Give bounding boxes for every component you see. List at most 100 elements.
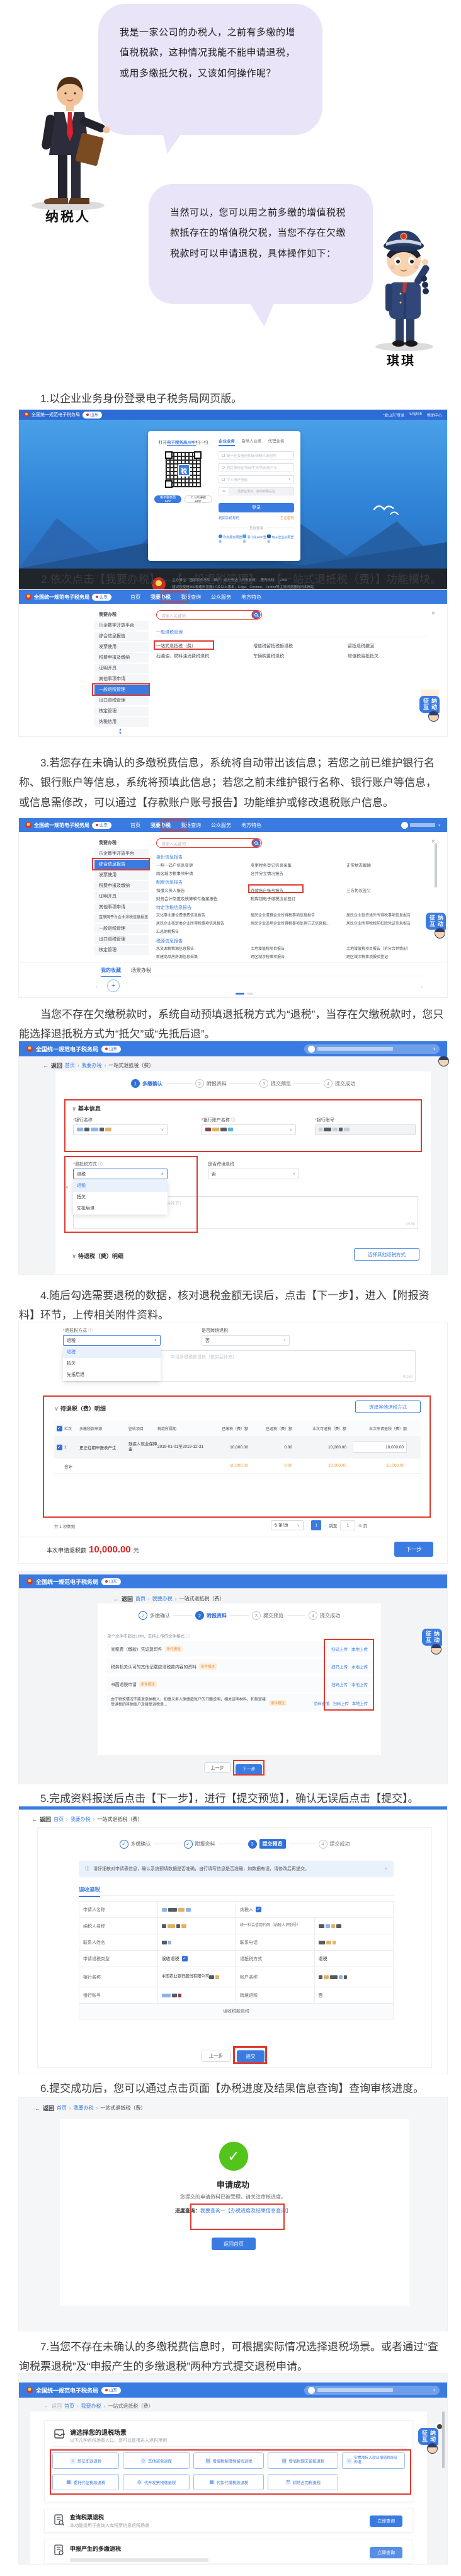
menu-item[interactable]: 增值税留抵税额退税: [253, 643, 293, 649]
captcha-slider[interactable]: ≫ 请按住滑块，拖动到最右边: [219, 487, 294, 495]
sidebar-item-active[interactable]: 综合信息报告: [94, 860, 149, 869]
menu-item[interactable]: 扣缴义务人报告: [156, 887, 185, 893]
dropdown-option-offset-then-refund[interactable]: 先抵后退: [73, 1203, 168, 1215]
sidebar-item[interactable]: 我要办税: [94, 838, 149, 848]
scan-upload-link[interactable]: 扫码上传: [331, 1663, 348, 1670]
breadcrumb-home[interactable]: 首页: [57, 2105, 67, 2111]
submit-button[interactable]: 提交: [237, 2050, 265, 2062]
progress-query-link[interactable]: 我要查询－【办税进度及结果信息查询】: [200, 2208, 291, 2214]
breadcrumb-parent[interactable]: 我要办税: [71, 1816, 91, 1823]
card2-query-button[interactable]: 立即查询: [370, 2515, 402, 2527]
scene-button[interactable]: ☷耕地占用税退税: [268, 2474, 338, 2490]
breadcrumb-parent[interactable]: 我要办税: [152, 1595, 173, 1602]
bank-name-select[interactable]: ∨: [73, 1124, 168, 1135]
next-step-button[interactable]: 下一步: [236, 1764, 262, 1775]
menu-item[interactable]: 三方协议签订: [346, 887, 371, 893]
table-row[interactable]: ✓ 1 更正往期申报表产生 残疾人就业保障金 2019-01-01至2019-1…: [54, 1436, 421, 1458]
back-home-button[interactable]: 返回首页: [212, 2238, 256, 2250]
nav-local[interactable]: 地方特色: [241, 822, 261, 829]
sidebar-item[interactable]: 核定管理: [94, 707, 149, 716]
local-upload-link[interactable]: 本地上传: [351, 1663, 368, 1670]
sidebar-item[interactable]: 一般退税管理: [94, 924, 149, 933]
prev-page-icon[interactable]: ‹: [307, 1523, 308, 1528]
iit-app-button[interactable]: 个人所得税APP: [184, 495, 212, 503]
nav-home[interactable]: 首页: [130, 594, 140, 601]
scene-button[interactable]: ▤增值税期末留抵退税: [268, 2452, 338, 2469]
back-button[interactable]: 返回: [52, 2403, 62, 2410]
close-icon[interactable]: ×: [385, 1867, 387, 1871]
back-arrow-icon[interactable]: ←: [31, 1816, 37, 1823]
sidebar-item[interactable]: 我要办税: [94, 610, 149, 620]
carousel-dot-active[interactable]: [236, 993, 244, 995]
apply-amount-input[interactable]: 10,000.00: [353, 1441, 407, 1453]
nav-query[interactable]: 我要查询: [181, 822, 201, 829]
region-pill[interactable]: 山东: [101, 1046, 121, 1053]
menu-item[interactable]: 居民企业适用企业所得税事项处理方式信息报...: [251, 920, 329, 926]
menu-item[interactable]: 税库银电子缴税协议签订: [251, 895, 296, 901]
login-button[interactable]: 登录: [219, 503, 294, 512]
menu-item[interactable]: 居民企业核定类企业所得税事项信息报告: [156, 920, 224, 926]
menu-item[interactable]: 财务会计制度及核算软件备案报告: [156, 895, 218, 901]
menu-item[interactable]: 石脑油、燃料油消费税退税: [156, 653, 209, 659]
prev-step-button[interactable]: 上一步: [202, 2050, 230, 2062]
menu-item[interactable]: 合并分立情况报告: [251, 870, 283, 876]
chevron-left-icon[interactable]: ‹: [96, 983, 98, 990]
back-button[interactable]: 返回: [122, 1595, 133, 1603]
breadcrumb-home[interactable]: 首页: [64, 2403, 74, 2410]
sidebar-item[interactable]: 其他事项申请: [94, 674, 149, 684]
sidebar-item[interactable]: 乐企数字开放平台: [94, 849, 149, 858]
sidebar-item[interactable]: 互联网平台企业涉税信息报送: [94, 913, 149, 923]
menu-item[interactable]: 存款账户账号报告: [251, 887, 283, 893]
breadcrumb-parent[interactable]: 我要办税: [74, 2105, 94, 2111]
app-link[interactable]: 电子税务局APP: [167, 441, 196, 446]
breadcrumb-home[interactable]: 首页: [65, 1062, 75, 1069]
menu-item[interactable]: 跨区域涉税事项申请: [156, 870, 193, 876]
sidebar-item[interactable]: 出口退税管理: [94, 935, 149, 944]
account-no-input[interactable]: [315, 1124, 416, 1135]
other-refund-method-button[interactable]: 选择其他退税方式: [354, 1248, 419, 1261]
scene-button[interactable]: ◎代开发票预缴退税: [123, 2474, 190, 2490]
breadcrumb-parent[interactable]: 我要办税: [82, 1062, 102, 1069]
tab-enterprise[interactable]: 企业业务: [219, 437, 235, 446]
forgot-password-link[interactable]: 忘记密码: [280, 516, 294, 521]
dropdown-option-refund[interactable]: 退税: [73, 1181, 168, 1192]
nav-local[interactable]: 地方特色: [241, 594, 261, 601]
card3-query-button[interactable]: 立即查询: [370, 2547, 402, 2558]
back-arrow-icon[interactable]: ←: [43, 1063, 48, 1069]
account-input[interactable]: 居民身份证号码/手机号码/用户名: [219, 463, 294, 471]
gov-platform-login-link[interactable]: 政务服务网登录: [219, 534, 242, 544]
breadcrumb-home[interactable]: 首页: [54, 1816, 64, 1823]
back-arrow-icon[interactable]: ←: [113, 1596, 119, 1602]
sidebar-item[interactable]: 出口退税管理: [94, 696, 149, 705]
nav-query[interactable]: 我要查询: [181, 594, 201, 601]
local-upload-link[interactable]: 本地上传: [352, 1701, 368, 1706]
sidebar-item[interactable]: 乐企数字开放平台: [94, 621, 149, 630]
back-button[interactable]: 返回: [40, 1815, 51, 1823]
account-name-select[interactable]: ∨: [202, 1124, 296, 1135]
local-upload-link[interactable]: 本地上传: [351, 1646, 368, 1652]
cross-border-select[interactable]: 否∨: [208, 1169, 299, 1179]
scene-button[interactable]: ▤增值税制度性留抵退税: [193, 2452, 264, 2469]
menu-item[interactable]: 汇总纳税报告: [156, 928, 179, 934]
nav-public[interactable]: 公众服务: [211, 822, 231, 829]
sidebar-item[interactable]: 纳税信用: [94, 717, 149, 727]
sidebar-item[interactable]: 综合信息报告: [94, 632, 149, 641]
refund-method-select[interactable]: 退税∧: [73, 1169, 168, 1179]
user-pill[interactable]: ∨: [304, 2386, 440, 2395]
interaction-widget[interactable]: 征纳互动: [422, 1629, 443, 1655]
sidebar-scroll-arrows[interactable]: ▲▼: [118, 728, 122, 736]
sidebar-item[interactable]: 证明开具: [94, 892, 149, 901]
page-size-select[interactable]: 5 条/页∨: [271, 1520, 304, 1530]
license-login-link[interactable]: 电子营业执照登录: [267, 534, 294, 544]
region-pill[interactable]: 山东: [101, 2387, 121, 2394]
chevron-right-icon[interactable]: ›: [421, 983, 423, 990]
menu-item[interactable]: 水资源税税源信息报告: [156, 945, 194, 951]
cross-border-select[interactable]: 否∨: [202, 1335, 290, 1346]
search-input[interactable]: 请输入关键词: [156, 838, 262, 848]
dropdown-option-offset-then-refund[interactable]: 先抵后退: [63, 1370, 161, 1381]
tab-agent[interactable]: 代理业务: [268, 437, 285, 446]
back-button[interactable]: 返回: [51, 1061, 62, 1070]
search-icon[interactable]: [253, 611, 259, 618]
sidebar-item[interactable]: 核定管理: [94, 945, 149, 955]
add-favorite-button[interactable]: +: [107, 979, 120, 992]
